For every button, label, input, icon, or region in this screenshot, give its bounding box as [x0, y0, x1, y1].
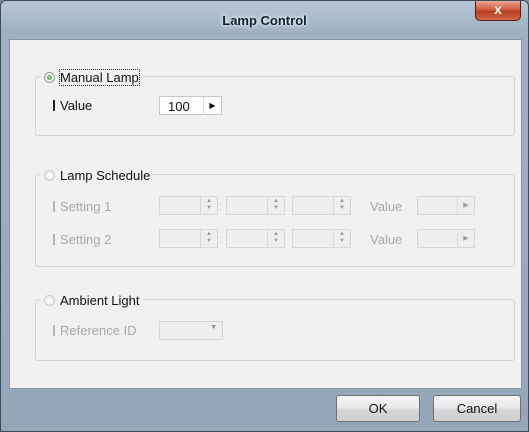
- setting-1-row-label: Setting 1: [53, 199, 111, 214]
- time-separator: :: [219, 199, 223, 213]
- lamp-schedule-label: Lamp Schedule: [60, 167, 151, 183]
- setting-2-hour-stepper[interactable]: ▲ ▼: [159, 229, 218, 248]
- setting-1-value-label: Value: [370, 199, 403, 214]
- row-marker: [53, 201, 55, 212]
- manual-value-row-label: Value: [53, 98, 92, 113]
- reference-id-dropdown[interactable]: ▼: [159, 321, 223, 340]
- up-down-arrows-icon[interactable]: ▲ ▼: [333, 230, 350, 248]
- lamp-schedule-radio[interactable]: [44, 169, 55, 181]
- setting-1-minute-stepper[interactable]: ▲ ▼: [226, 196, 285, 215]
- up-down-arrows-icon[interactable]: ▲ ▼: [333, 197, 350, 215]
- setting-2-value-label: Value: [370, 232, 403, 247]
- window-title: Lamp Control: [222, 13, 307, 28]
- manual-lamp-radio[interactable]: [44, 71, 55, 83]
- dialog-client-area: Manual Lamp Value 100 ▶ Lamp Schedule Se…: [9, 39, 522, 389]
- setting-2-period-stepper[interactable]: ▲ ▼: [292, 229, 351, 248]
- time-separator: :: [219, 232, 223, 246]
- setting-2-label: Setting 2: [60, 232, 112, 247]
- setting-2-minute-stepper[interactable]: ▲ ▼: [226, 229, 285, 248]
- ambient-light-label: Ambient Light: [60, 292, 140, 308]
- close-button[interactable]: x: [475, 1, 521, 21]
- up-down-arrows-icon[interactable]: ▲ ▼: [267, 230, 284, 248]
- setting-1-hour-stepper[interactable]: ▲ ▼: [159, 196, 218, 215]
- reference-id-label: Reference ID: [60, 323, 137, 338]
- setting-1-label: Setting 1: [60, 199, 112, 214]
- row-marker: [53, 325, 55, 336]
- manual-value: 100: [168, 99, 190, 114]
- lamp-schedule-option[interactable]: Lamp Schedule: [41, 167, 154, 183]
- increment-arrow-icon[interactable]: ▶: [457, 230, 474, 247]
- lamp-control-dialog: Lamp Control x Manual Lamp Value 100 ▶ L…: [0, 0, 529, 432]
- increment-arrow-icon[interactable]: ▶: [457, 197, 474, 214]
- ambient-light-option[interactable]: Ambient Light: [41, 292, 143, 308]
- up-down-arrows-icon[interactable]: ▲ ▼: [200, 230, 217, 248]
- manual-lamp-group: Manual Lamp Value 100 ▶: [35, 68, 515, 136]
- manual-value-label: Value: [60, 98, 93, 113]
- manual-lamp-label: Manual Lamp: [59, 68, 140, 86]
- row-marker: [53, 100, 55, 111]
- setting-1-period-stepper[interactable]: ▲ ▼: [292, 196, 351, 215]
- reference-id-row-label: Reference ID: [53, 323, 137, 338]
- up-down-arrows-icon[interactable]: ▲ ▼: [200, 197, 217, 215]
- increment-arrow-icon[interactable]: ▶: [203, 97, 221, 114]
- setting-2-row-label: Setting 2: [53, 232, 111, 247]
- lamp-schedule-group: Lamp Schedule Setting 1 ▲ ▼ : ▲ ▼ ▲ ▼ Value…: [35, 167, 515, 267]
- title-bar: Lamp Control x: [1, 1, 528, 39]
- setting-2-value-stepper[interactable]: ▶: [417, 229, 475, 248]
- cancel-button[interactable]: Cancel: [433, 395, 521, 422]
- chevron-down-icon: ▼: [210, 324, 217, 331]
- manual-lamp-option[interactable]: Manual Lamp: [41, 68, 142, 86]
- ok-button[interactable]: OK: [336, 395, 420, 422]
- manual-value-stepper[interactable]: 100 ▶: [159, 96, 222, 115]
- row-marker: [53, 234, 55, 245]
- ambient-light-group: Ambient Light Reference ID ▼: [35, 292, 515, 361]
- up-down-arrows-icon[interactable]: ▲ ▼: [267, 197, 284, 215]
- ambient-light-radio[interactable]: [44, 294, 55, 306]
- setting-1-value-stepper[interactable]: ▶: [417, 196, 475, 215]
